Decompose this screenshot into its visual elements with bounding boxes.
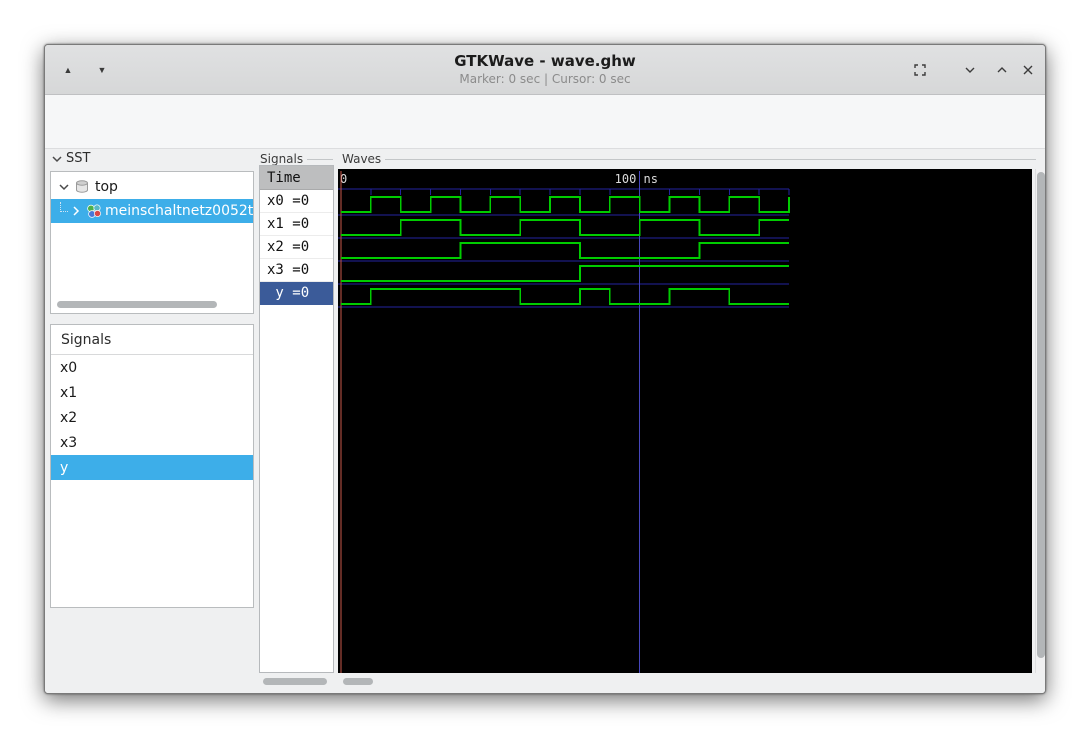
waveform-svg: 0 100 ns xyxy=(338,171,790,673)
wave-name-row-x3[interactable]: x3 =0 xyxy=(260,259,333,282)
tree-guide-line xyxy=(60,202,68,212)
names-frame-text: Signals xyxy=(260,152,304,166)
collapse-chevron-icon xyxy=(52,155,62,162)
sst-hscrollbar[interactable] xyxy=(53,301,251,310)
window-title: GTKWave - wave.ghw xyxy=(454,52,636,70)
maximize-button[interactable] xyxy=(909,59,931,81)
signal-list-item-x3[interactable]: x3 xyxy=(51,430,253,455)
signal-list-item-x1[interactable]: x1 xyxy=(51,380,253,405)
wave-trace-x3 xyxy=(341,265,789,282)
module-cylinder-icon xyxy=(76,180,88,193)
chevron-down-icon xyxy=(965,67,975,73)
names-hscrollbar[interactable] xyxy=(261,678,332,687)
frame-line xyxy=(385,158,1036,160)
toolbar: From: To: xyxy=(45,95,1045,190)
tree-item-label: top xyxy=(95,179,118,195)
signal-list-item-y[interactable]: y xyxy=(51,455,253,480)
svg-text:100 ns: 100 ns xyxy=(615,172,658,186)
waves-frame-label: Waves xyxy=(342,152,1036,166)
main-content: SST top meinschaltnetz0052testb xyxy=(45,149,1045,693)
names-panel: Time x0 =0 x1 =0 x2 =0 x3 =0 y =0 xyxy=(259,165,334,673)
maximize-icon xyxy=(914,64,926,76)
gtkwave-window: ▲ ▼ GTKWave - wave.ghw Marker: 0 sec | C… xyxy=(44,44,1046,694)
signal-list: x0 x1 x2 x3 y xyxy=(51,355,253,480)
chevron-up-icon xyxy=(997,67,1007,73)
wave-trace-x2 xyxy=(341,242,789,259)
waves-frame-text: Waves xyxy=(342,152,382,166)
wave-name-row-x0[interactable]: x0 =0 xyxy=(260,190,333,213)
signal-list-item-x2[interactable]: x2 xyxy=(51,405,253,430)
wave-trace-x0 xyxy=(341,196,790,213)
signal-list-item-x0[interactable]: x0 xyxy=(51,355,253,380)
minimize-button[interactable] xyxy=(959,59,981,81)
sst-tree: top meinschaltnetz0052testb xyxy=(50,171,254,314)
waves-vscrollbar[interactable] xyxy=(1035,169,1045,673)
scrollbar-thumb[interactable] xyxy=(57,301,217,308)
signals-list-header: Signals xyxy=(51,325,253,355)
signals-list-panel: Signals x0 x1 x2 x3 y xyxy=(50,324,254,608)
names-frame-label: Signals xyxy=(260,152,333,166)
scrollbar-thumb[interactable] xyxy=(263,678,327,685)
wave-name-row-y[interactable]: y =0 xyxy=(260,282,333,305)
restore-up-button[interactable] xyxy=(991,59,1013,81)
close-button[interactable] xyxy=(1017,59,1039,81)
marker-cursor-status: Marker: 0 sec | Cursor: 0 sec xyxy=(459,72,631,86)
name-rows: x0 =0 x1 =0 x2 =0 x3 =0 y =0 xyxy=(260,190,333,305)
tree-item-testbench[interactable]: meinschaltnetz0052testb xyxy=(51,199,253,223)
titlebar[interactable]: ▲ ▼ GTKWave - wave.ghw Marker: 0 sec | C… xyxy=(45,45,1045,95)
scrollbar-thumb[interactable] xyxy=(343,678,373,685)
tree-item-label: meinschaltnetz0052testb xyxy=(105,203,253,219)
frame-line xyxy=(307,158,333,160)
scrollbar-thumb[interactable] xyxy=(1037,172,1045,658)
wave-canvas[interactable]: 0 100 ns xyxy=(338,169,1032,673)
wave-name-row-x1[interactable]: x1 =0 xyxy=(260,213,333,236)
expander-closed-icon xyxy=(73,206,80,216)
time-header: Time xyxy=(260,166,333,190)
sst-label: SST xyxy=(66,151,91,166)
close-icon xyxy=(1023,65,1033,75)
entity-icon xyxy=(87,204,101,218)
waves-hscrollbar[interactable] xyxy=(338,678,1032,687)
wave-trace-y xyxy=(341,288,789,305)
tree-item-top[interactable]: top xyxy=(51,175,253,199)
wave-trace-x1 xyxy=(341,219,789,236)
expander-open-icon xyxy=(59,184,69,191)
wave-name-row-x2[interactable]: x2 =0 xyxy=(260,236,333,259)
sst-header[interactable]: SST xyxy=(51,151,90,166)
